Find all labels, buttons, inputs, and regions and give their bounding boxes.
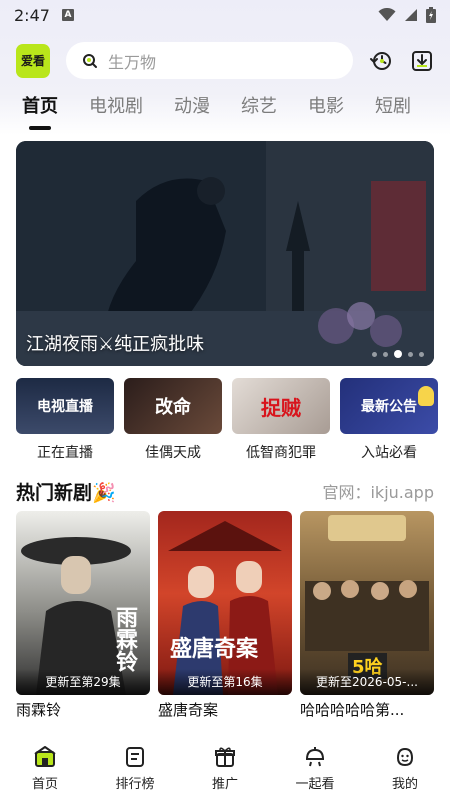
- drama-card[interactable]: 5哈 更新至2026-05-... 哈哈哈哈哈第...: [300, 511, 434, 721]
- nav-home[interactable]: 首页: [0, 740, 90, 801]
- poster-artwork: [168, 521, 282, 695]
- search-icon: [83, 53, 97, 68]
- nav-label: 我的: [391, 777, 418, 792]
- drama-title: 雨霖铃: [16, 701, 62, 719]
- nav-watch-together[interactable]: 一起看: [270, 740, 360, 801]
- wifi-icon: [378, 8, 396, 21]
- drama-card[interactable]: 盛唐奇案 更新至第16集 盛唐奇案: [158, 511, 292, 721]
- poster-title-art: 雨霖铃: [112, 606, 137, 672]
- gift-icon: [215, 747, 235, 767]
- tab-variety[interactable]: 综艺: [241, 92, 277, 132]
- banner-title: 江湖夜雨⚔纯正疯批味: [26, 334, 205, 355]
- nav-label: 首页: [31, 777, 58, 792]
- banner-pagination: [372, 350, 424, 358]
- signal-icon: [405, 9, 417, 21]
- section-title: 热门新剧🎉: [16, 481, 116, 504]
- logo-text: 爱看: [20, 54, 45, 68]
- search-placeholder: 生万物: [108, 52, 157, 72]
- drama-poster: 盛唐奇案 更新至第16集: [158, 511, 292, 695]
- nav-label: 推广: [211, 777, 238, 792]
- drama-poster: 5哈 更新至2026-05-...: [300, 511, 434, 695]
- banner-dot: [408, 351, 413, 357]
- shortcut-thumb-text: 电视直播: [37, 399, 93, 415]
- drama-poster: 雨霖铃 更新至第29集: [16, 511, 150, 695]
- battery-icon: [426, 7, 436, 23]
- poster-title-art: 盛唐奇案: [170, 637, 259, 662]
- banner-dot: [372, 351, 377, 357]
- official-site-link[interactable]: 官网：ikju.app: [322, 479, 434, 503]
- hot-drama-list: 雨霖铃 更新至第29集 雨霖铃 盛唐奇案 更新至第16集 盛唐奇案 5哈 更新至…: [16, 511, 434, 721]
- shortcut-thumbnail: 最新公告: [340, 378, 438, 434]
- profile-icon: [396, 747, 414, 767]
- banner-dot: [383, 351, 388, 357]
- drama-update-status: 更新至2026-05-...: [300, 669, 434, 695]
- section-header-hot-dramas: 热门新剧🎉 官网：ikju.app: [16, 476, 434, 506]
- tab-movie[interactable]: 电影: [308, 92, 344, 132]
- shortcut-low-iq-crime[interactable]: 捉贼 低智商犯罪: [232, 378, 330, 468]
- ranking-icon: [126, 747, 144, 767]
- status-notification-icon: A: [61, 9, 74, 21]
- home-icon: [34, 746, 56, 767]
- search-input[interactable]: 生万物: [66, 42, 353, 79]
- shortcut-label: 正在直播: [37, 445, 93, 461]
- shortcut-label: 入站必看: [361, 445, 417, 461]
- drama-update-status: 更新至第29集: [16, 669, 150, 695]
- nav-label: 排行榜: [115, 777, 155, 792]
- drama-update-status: 更新至第16集: [158, 669, 292, 695]
- history-icon[interactable]: [369, 49, 393, 73]
- shortcut-thumb-text: 捉贼: [261, 395, 301, 420]
- tab-anime[interactable]: 动漫: [174, 92, 210, 132]
- status-time: 2:47: [14, 5, 50, 25]
- nav-promotion[interactable]: 推广: [180, 740, 270, 801]
- status-bar: 2:47 A: [0, 0, 450, 30]
- status-icons: [378, 7, 436, 23]
- shortcut-label: 佳偶天成: [145, 445, 201, 461]
- nav-profile[interactable]: 我的: [360, 740, 450, 801]
- tab-short-drama[interactable]: 短剧: [375, 92, 411, 132]
- banner-dot-active: [394, 350, 402, 358]
- shortcut-announcement[interactable]: 最新公告 入站必看: [340, 378, 438, 468]
- lightbulb-icon: [418, 386, 434, 406]
- shortcut-jiaou-tiancheng[interactable]: 改命 佳偶天成: [124, 378, 222, 468]
- shortcut-thumbnail: 改命: [124, 378, 222, 434]
- bottom-navigation: 首页 排行榜 推广 一起看 我的: [0, 740, 450, 801]
- app-logo[interactable]: 爱看: [16, 44, 50, 78]
- drama-title: 哈哈哈哈哈第...: [300, 701, 405, 719]
- shortcut-thumbnail: 捉贼: [232, 378, 330, 434]
- download-icon[interactable]: [410, 49, 434, 73]
- shortcut-thumbnail: 电视直播: [16, 378, 114, 434]
- nav-label: 一起看: [295, 777, 335, 792]
- drama-title: 盛唐奇案: [158, 701, 219, 719]
- category-tabs: 首页 电视剧 动漫 综艺 电影 短剧: [0, 92, 450, 132]
- tab-tv-series[interactable]: 电视剧: [89, 92, 143, 132]
- active-tab-indicator: [29, 126, 51, 130]
- watch-together-icon: [305, 747, 325, 767]
- hero-banner[interactable]: 江湖夜雨⚔纯正疯批味: [16, 141, 434, 366]
- banner-dot: [419, 351, 424, 357]
- shortcut-row: 电视直播 正在直播 改命 佳偶天成 捉贼 低智商犯罪 最新公告 入站必看: [16, 378, 450, 468]
- drama-card[interactable]: 雨霖铃 更新至第29集 雨霖铃: [16, 511, 150, 721]
- shortcut-thumb-text: 改命: [155, 397, 191, 418]
- app-header: 爱看 生万物: [0, 42, 450, 82]
- shortcut-thumb-text: 最新公告: [361, 399, 417, 415]
- nav-ranking[interactable]: 排行榜: [90, 740, 180, 801]
- shortcut-live[interactable]: 电视直播 正在直播: [16, 378, 114, 468]
- shortcut-label: 低智商犯罪: [246, 445, 316, 461]
